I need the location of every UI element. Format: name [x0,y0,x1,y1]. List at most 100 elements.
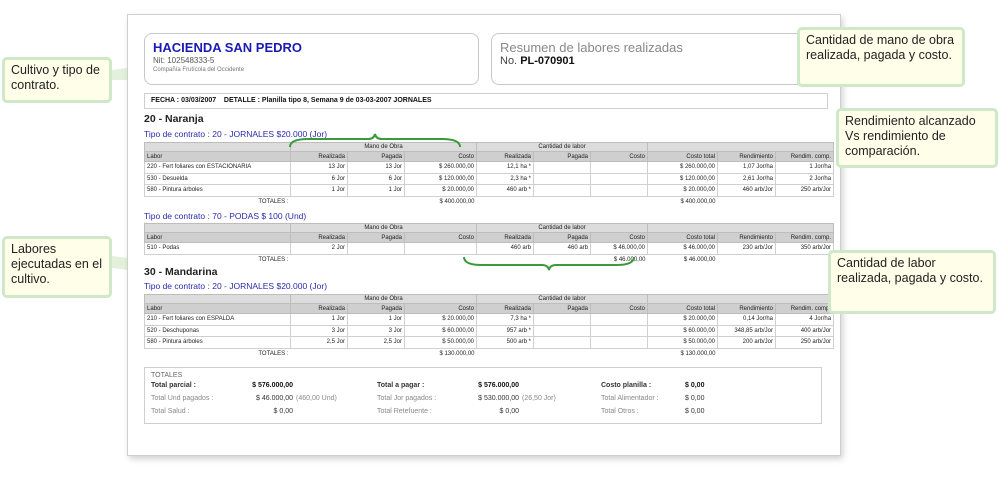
totals-label: TOTALES : [258,256,289,263]
totals-cell [291,254,348,265]
table-cell [533,324,591,337]
table-cell [589,313,649,326]
table-cell: $ 120.000,00 [647,172,719,185]
header-spacer [647,294,835,304]
callout-mano-obra: Cantidad de mano de obra realizada, paga… [797,27,965,87]
callout-rendimiento: Rendimiento alcanzado Vs rendimiento de … [836,108,998,168]
table-cell: $ 260.000,00 [647,161,719,174]
total-und-value: $ 46.000,00 [256,395,293,402]
contract-type-label: Tipo de contrato : [144,129,210,139]
totals-label: TOTALES : [258,198,289,205]
table-cell: 460 arb [533,242,591,255]
table-cell: $ 60.000,00 [647,324,719,337]
table-cell: 2,3 ha * [476,172,534,185]
labor-table: Mano de Obra Cantidad de labor Labor Realiz… [144,294,835,359]
table-cell: $ 20.000,00 [647,313,719,326]
totals-title: TOTALES [151,372,183,379]
total-und-label: Total Und pagados : [151,395,214,402]
table-cell: 400 arb/Jor [775,324,835,337]
column-header-pagada: Pagada [347,232,405,243]
totals-row: TOTALES : $ 400.000,00 $ 400.000,00 [145,196,834,207]
fecha-bar: FECHA : 03/03/2007 DETALLE : Planilla ti… [144,93,828,109]
table-cell [533,184,591,197]
table-cell: $ 20.000,00 [404,184,477,197]
contract-type: Tipo de contrato : 20 - JORNALES $20.000… [144,281,327,291]
header-spacer [647,142,835,152]
table-cell: 1,07 Jor/ha [717,161,777,174]
header-spacer [144,142,291,152]
table-cell [589,336,649,349]
mano-obra-brace [289,133,461,148]
company-box: HACIENDA SAN PEDRO Nit: 102548333-5 Comp… [144,33,479,85]
crop-title: 30 - Mandarina [144,266,218,278]
total-retef-value: $ 0,00 [499,408,519,415]
contract-type: Tipo de contrato : 70 - PODAS $ 100 (Und… [144,211,306,221]
table-cell: 1 Jor [290,313,348,326]
totals-cell: $ 400.000,00 [680,198,716,205]
column-header-realizada: Realizada [476,232,534,243]
table-cell: 13 Jor [347,161,405,174]
totals-cell [348,348,405,359]
total-pagar-value: $ 576.000,00 [478,382,519,389]
column-header-pagada: Pagada [533,303,591,314]
totals-cell [776,196,834,207]
totals-cell [477,348,534,359]
labor-name: 580 - Pintura árboles [144,184,291,197]
labor-name: 210 - Fert foliares con ESPALDA [144,313,291,326]
table-row: 220 - Fert foliares con ESTACIONARIA 13 J… [144,161,835,174]
table-cell: $ 60.000,00 [404,324,477,337]
table-cell: 460 arb * [476,184,534,197]
header-mano-obra: Mano de Obra [290,223,477,233]
table-cell: 3 Jor [347,324,405,337]
header-cantidad-labor: Cantidad de labor [475,142,649,152]
table-cell: 460 arb [476,242,534,255]
table-cell [589,184,649,197]
table-cell: 6 Jor [347,172,405,185]
column-header-rendim-comp: Rendim. comp. [775,151,835,162]
header-spacer [647,223,835,233]
total-otros-label: Total Otros : [601,408,639,415]
contract-type-label: Tipo de contrato : [144,211,210,221]
report-page: HACIENDA SAN PEDRO Nit: 102548333-5 Comp… [127,14,841,456]
total-salud-label: Total Salud : [151,408,190,415]
company-description: Compañía Frutícola del Occidente [153,67,245,73]
table-row: 530 - Desuelda 6 Jor 6 Jor $ 120.000,00 2,3 … [144,172,835,185]
costo-planilla-value: $ 0,00 [685,382,705,389]
column-header-realizada: Realizada [476,151,534,162]
table-cell: 2,61 Jor/ha [717,172,777,185]
column-header-labor: Labor [144,232,291,243]
column-header-rendimiento: Rendimiento [717,232,777,243]
totals-panel: TOTALES Total parcial : $ 576.000,00 Tot… [144,367,822,424]
column-header-pagada: Pagada [347,303,405,314]
labor-name: 510 - Podas [144,242,291,255]
totals-row: TOTALES : $ 130.000,00 $ 130.000,00 [145,348,834,359]
column-header-costo: Costo [589,151,649,162]
table-cell [589,172,649,185]
column-header-costo: Costo [589,303,649,314]
labor-name: 220 - Fert foliares con ESTACIONARIA [144,161,291,174]
total-parcial-value: $ 576.000,00 [252,382,293,389]
column-header-costo-total: Costo total [647,232,719,243]
totals-cell [718,348,776,359]
table-cell: 2 Jor/ha [775,172,835,185]
table-cell: 1 Jor [290,184,348,197]
column-header-realizada: Realizada [290,151,348,162]
table-cell: 350 arb/Jor [775,242,835,255]
table-cell: 2 Jor [290,242,348,255]
contract-type-value: 70 - PODAS $ 100 (Und) [212,211,307,221]
table-cell: 1 Jor [347,184,405,197]
labor-table: Mano de Obra Cantidad de labor Labor Realiz… [144,142,835,207]
table-cell: 6 Jor [290,172,348,185]
table-cell: 1 Jor/ha [775,161,835,174]
column-header-realizada: Realizada [290,303,348,314]
total-jor-label: Total Jor pagados : [377,395,437,402]
column-header-pagada: Pagada [533,232,591,243]
table-cell: 4 Jor/ha [775,313,835,326]
table-cell [589,324,649,337]
labor-name: 520 - Deschuponas [144,324,291,337]
column-header-rendim-comp: Rendim. comp. [775,232,835,243]
table-row: 210 - Fert foliares con ESPALDA 1 Jor 1 Jo… [144,313,835,326]
column-header-rendimiento: Rendimiento [717,303,777,314]
table-cell: $ 120.000,00 [404,172,477,185]
table-cell: $ 50.000,00 [404,336,477,349]
